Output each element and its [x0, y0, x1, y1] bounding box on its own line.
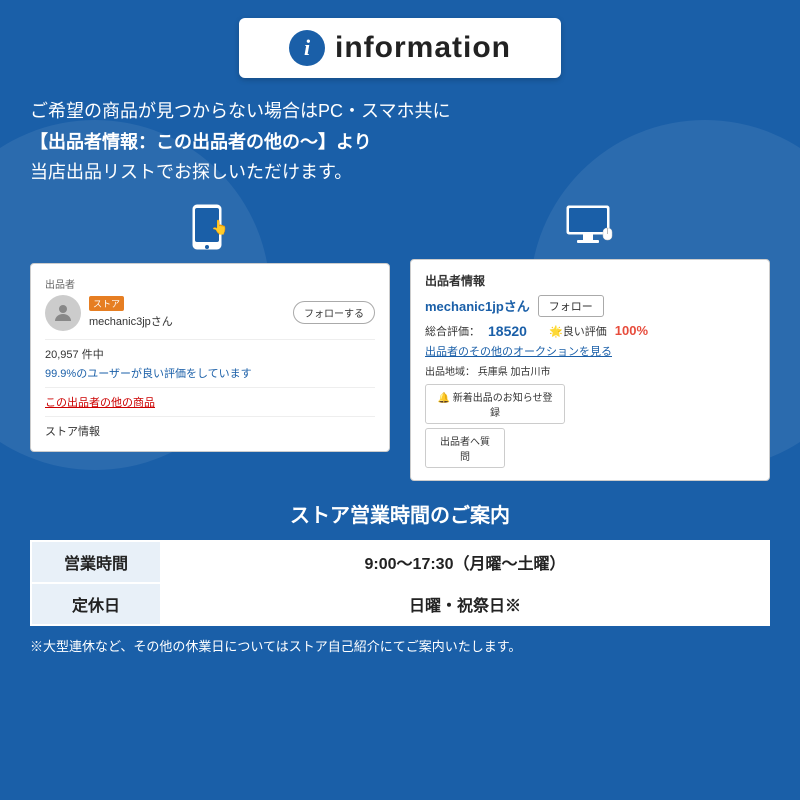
divider3: [45, 416, 375, 417]
pc-good-label: 🌟良い評価: [549, 323, 607, 339]
hours-table: 営業時間 9:00〜17:30（月曜〜土曜） 定休日 日曜・祝祭日※: [30, 540, 770, 626]
hours-value-2: 日曜・祝祭日※: [161, 583, 769, 625]
pc-column: 出品者情報 mechanic1jpさん フォロー 総合評価： 18520 🌟良い…: [410, 204, 770, 481]
main-description: ご希望の商品が見つからない場合はPC・スマホ共に 【出品者情報：この出品者の他の…: [30, 96, 770, 188]
mobile-seller-info: ストア mechanic3jpさん: [89, 296, 173, 329]
rating-separator: [535, 325, 541, 337]
store-info-link[interactable]: ストア情報: [45, 426, 100, 438]
header-banner: i information: [239, 18, 561, 78]
mobile-rating-percent: 99.9%のユーザーが良い評価をしています: [45, 365, 375, 381]
hours-row-2: 定休日 日曜・祝祭日※: [31, 583, 769, 625]
pc-location: 出品地域： 兵庫県 加古川市: [425, 363, 755, 378]
pc-notify-button[interactable]: 🔔 新着出品のお知らせ登録: [425, 384, 565, 424]
mobile-follow-button[interactable]: フォローする: [293, 301, 375, 324]
pc-card: 出品者情報 mechanic1jpさん フォロー 総合評価： 18520 🌟良い…: [410, 259, 770, 481]
hours-row-1: 営業時間 9:00〜17:30（月曜〜土曜）: [31, 541, 769, 583]
pc-seller-row: mechanic1jpさん フォロー: [425, 295, 755, 317]
pc-location-label: 出品地域：: [425, 367, 475, 378]
pc-rating-value: 18520: [488, 323, 527, 339]
store-hours-section: ストア営業時間のご案内 営業時間 9:00〜17:30（月曜〜土曜） 定休日 日…: [30, 499, 770, 655]
screenshots-row: 👆 出品者 ストア mechanic3jpさん フォローする 20,957 件中: [30, 204, 770, 481]
main-text-line3: 当店出品リストでお探しいただけます。: [30, 162, 352, 182]
mobile-rating-count: 20,957 件中: [45, 346, 375, 362]
pc-auction-link[interactable]: 出品者のその他のオークションを見る: [425, 343, 755, 359]
other-items-link[interactable]: この出品者の他の商品: [45, 394, 375, 410]
pc-follow-button[interactable]: フォロー: [538, 295, 604, 317]
pc-location-value: 兵庫県 加古川市: [478, 367, 551, 378]
avatar: [45, 295, 81, 331]
pc-device-icon: [565, 204, 615, 253]
mobile-device-icon: 👆: [191, 204, 229, 257]
main-text-line2: 【出品者情報：この出品者の他の〜】より: [30, 132, 372, 152]
mobile-seller-name: mechanic3jpさん: [89, 313, 173, 329]
mobile-card: 出品者 ストア mechanic3jpさん フォローする 20,957 件中 9…: [30, 263, 390, 452]
mobile-card-section-label: 出品者: [45, 276, 375, 291]
pc-rating-row: 総合評価： 18520 🌟良い評価 100%: [425, 323, 755, 339]
pc-good-value: 100%: [615, 323, 648, 338]
mobile-seller-row: ストア mechanic3jpさん フォローする: [45, 295, 375, 331]
divider2: [45, 387, 375, 388]
main-text-line1: ご希望の商品が見つからない場合はPC・スマホ共に: [30, 101, 450, 121]
hours-label-2: 定休日: [31, 583, 161, 625]
pc-question-button[interactable]: 出品者へ質問: [425, 428, 505, 468]
info-icon: i: [289, 30, 325, 66]
divider: [45, 339, 375, 340]
svg-text:👆: 👆: [211, 219, 228, 236]
pc-seller-name: mechanic1jpさん: [425, 296, 530, 315]
hours-label-1: 営業時間: [31, 541, 161, 583]
hours-value-1: 9:00〜17:30（月曜〜土曜）: [161, 541, 769, 583]
main-container: i information ご希望の商品が見つからない場合はPC・スマホ共に 【…: [0, 0, 800, 673]
mobile-column: 👆 出品者 ストア mechanic3jpさん フォローする 20,957 件中: [30, 204, 390, 481]
store-hours-note: ※大型連休など、その他の休業日についてはストア自己紹介にてご案内いたします。: [30, 636, 770, 655]
store-hours-title: ストア営業時間のご案内: [30, 499, 770, 528]
pc-card-section-title: 出品者情報: [425, 272, 755, 289]
store-badge: ストア: [89, 296, 124, 311]
pc-rating-label: 総合評価：: [425, 323, 480, 339]
header-title: information: [335, 31, 511, 65]
